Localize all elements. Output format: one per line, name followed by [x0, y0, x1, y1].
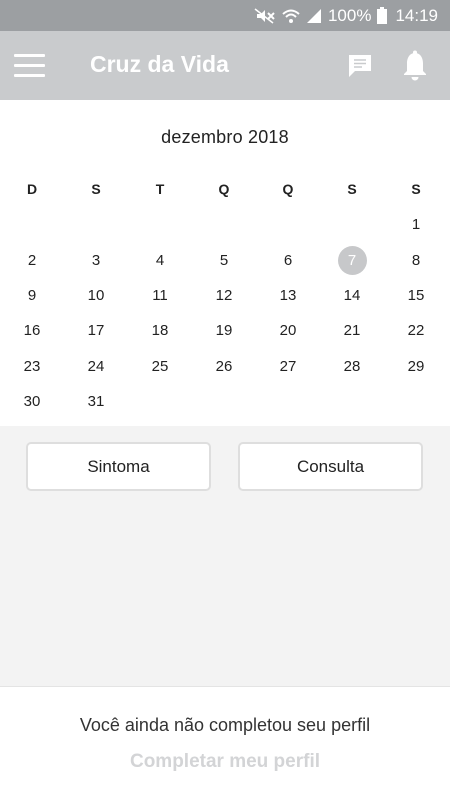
- weekday-label: Q: [282, 181, 294, 197]
- calendar-day[interactable]: 26: [204, 351, 244, 381]
- calendar-week: 23 24 25 26 27 28 29: [0, 351, 450, 381]
- weekday-label: D: [26, 181, 38, 197]
- weekday-label: S: [91, 181, 101, 197]
- weekday-label: S: [411, 181, 421, 197]
- calendar-day[interactable]: 3: [76, 245, 116, 275]
- calendar-day[interactable]: 31: [76, 386, 116, 416]
- calendar-week: 16 17 18 19 20 21 22: [0, 315, 450, 345]
- weekday-header: D S T Q Q S S: [0, 174, 450, 204]
- battery-icon: [377, 7, 388, 24]
- actions-area: Sintoma Consulta: [0, 426, 450, 686]
- calendar-week: 30 31: [0, 386, 450, 416]
- status-bar: 100% 14:19: [0, 0, 450, 31]
- calendar: dezembro 2018 D S T Q Q S S 1 2 3 4 5 6 …: [0, 100, 450, 426]
- battery-percent: 100%: [327, 5, 372, 25]
- calendar-day[interactable]: 22: [396, 315, 436, 345]
- symptom-button[interactable]: Sintoma: [26, 442, 211, 491]
- wifi-icon: [282, 8, 300, 24]
- consult-button[interactable]: Consulta: [238, 442, 423, 491]
- app-bar: Cruz da Vida: [0, 31, 450, 100]
- calendar-day[interactable]: 30: [12, 386, 52, 416]
- mute-icon: [254, 7, 276, 24]
- calendar-day[interactable]: 5: [204, 245, 244, 275]
- calendar-week: 1: [0, 209, 450, 239]
- calendar-day[interactable]: 16: [12, 315, 52, 345]
- clock: 14:19: [395, 5, 438, 25]
- calendar-day[interactable]: 29: [396, 351, 436, 381]
- chat-icon[interactable]: [346, 52, 374, 80]
- calendar-week: 9 10 11 12 13 14 15: [0, 280, 450, 310]
- calendar-day[interactable]: 6: [268, 245, 308, 275]
- calendar-day[interactable]: 10: [76, 280, 116, 310]
- bell-icon[interactable]: [401, 50, 429, 82]
- calendar-day[interactable]: 4: [140, 245, 180, 275]
- calendar-day[interactable]: 2: [12, 245, 52, 275]
- calendar-day[interactable]: 20: [268, 315, 308, 345]
- month-title: dezembro 2018: [161, 127, 289, 147]
- calendar-day[interactable]: 8: [396, 245, 436, 275]
- weekday-label: S: [347, 181, 357, 197]
- calendar-day[interactable]: 28: [332, 351, 372, 381]
- calendar-day[interactable]: 19: [204, 315, 244, 345]
- calendar-day[interactable]: 14: [332, 280, 372, 310]
- profile-incomplete-message: Você ainda não completou seu perfil: [79, 715, 371, 735]
- menu-icon[interactable]: [14, 53, 46, 79]
- calendar-day[interactable]: 9: [12, 280, 52, 310]
- weekday-label: T: [155, 181, 165, 197]
- complete-profile-link[interactable]: Completar meu perfil: [0, 751, 450, 773]
- calendar-day-selected[interactable]: 7: [332, 245, 372, 275]
- calendar-day[interactable]: 23: [12, 351, 52, 381]
- calendar-week: 2 3 4 5 6 7 8: [0, 245, 450, 275]
- calendar-day[interactable]: 13: [268, 280, 308, 310]
- calendar-day[interactable]: 17: [76, 315, 116, 345]
- calendar-day[interactable]: 27: [268, 351, 308, 381]
- signal-icon: [306, 8, 322, 24]
- calendar-day[interactable]: 24: [76, 351, 116, 381]
- page-title: Cruz da Vida: [90, 51, 229, 77]
- calendar-day[interactable]: 25: [140, 351, 180, 381]
- calendar-day[interactable]: 11: [140, 280, 180, 310]
- calendar-day[interactable]: 1: [396, 209, 436, 239]
- calendar-day[interactable]: 15: [396, 280, 436, 310]
- calendar-day[interactable]: 21: [332, 315, 372, 345]
- calendar-day[interactable]: 18: [140, 315, 180, 345]
- profile-footer: Você ainda não completou seu perfil Comp…: [0, 686, 450, 800]
- calendar-day[interactable]: 12: [204, 280, 244, 310]
- weekday-label: Q: [218, 181, 230, 197]
